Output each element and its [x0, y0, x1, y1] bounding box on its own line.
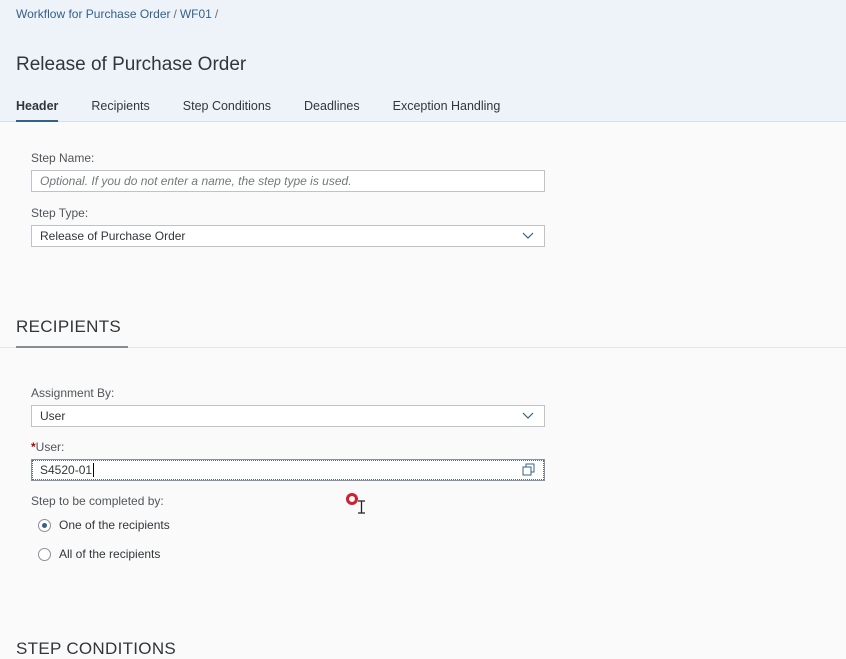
- radio-label: All of the recipients: [59, 547, 161, 561]
- chevron-down-icon: [522, 232, 534, 239]
- anchor-bar: Header Recipients Step Conditions Deadli…: [16, 99, 533, 122]
- step-type-select[interactable]: Release of Purchase Order: [31, 225, 545, 247]
- section-title-underline: [16, 346, 128, 348]
- breadcrumb-link-workflow[interactable]: Workflow for Purchase Order: [16, 7, 171, 21]
- step-type-value: Release of Purchase Order: [40, 229, 186, 243]
- breadcrumb-separator: /: [214, 7, 219, 21]
- user-label: *User:: [31, 440, 64, 454]
- tab-header[interactable]: Header: [16, 99, 59, 122]
- chevron-down-icon: [522, 412, 534, 419]
- value-help-icon[interactable]: [522, 463, 535, 476]
- text-cursor-icon: [358, 500, 365, 514]
- breadcrumb-link-wf01[interactable]: WF01: [180, 7, 212, 21]
- radio-all-of-recipients[interactable]: All of the recipients: [38, 547, 160, 561]
- step-type-label: Step Type:: [31, 206, 89, 220]
- radio-label: One of the recipients: [59, 518, 170, 532]
- completed-by-label: Step to be completed by:: [31, 494, 164, 508]
- breadcrumb-separator: /: [173, 7, 177, 21]
- user-label-text: User:: [35, 440, 65, 454]
- text-caret: [93, 463, 95, 477]
- tab-exception-handling[interactable]: Exception Handling: [393, 99, 501, 122]
- tab-step-conditions[interactable]: Step Conditions: [183, 99, 271, 122]
- step-name-input[interactable]: Optional. If you do not enter a name, th…: [31, 170, 545, 192]
- breadcrumb: Workflow for Purchase Order / WF01/: [16, 7, 221, 21]
- tab-deadlines[interactable]: Deadlines: [304, 99, 360, 122]
- section-title-step-conditions: STEP CONDITIONS: [16, 639, 177, 658]
- user-value: S4520-01: [40, 463, 93, 477]
- assignment-by-value: User: [40, 409, 66, 423]
- object-page-header: Workflow for Purchase Order / WF01/ Releas…: [0, 0, 846, 122]
- step-name-label: Step Name:: [31, 151, 95, 165]
- user-input[interactable]: S4520-01: [31, 459, 545, 481]
- section-title-recipients: RECIPIENTS: [16, 317, 122, 336]
- tab-recipients[interactable]: Recipients: [91, 99, 149, 122]
- radio-one-of-recipients[interactable]: One of the recipients: [38, 518, 170, 532]
- radio-button[interactable]: [38, 547, 51, 561]
- page-title: Release of Purchase Order: [16, 54, 247, 75]
- assignment-by-select[interactable]: User: [31, 405, 545, 427]
- radio-button-selected[interactable]: [38, 518, 51, 532]
- assignment-by-label: Assignment By:: [31, 386, 115, 400]
